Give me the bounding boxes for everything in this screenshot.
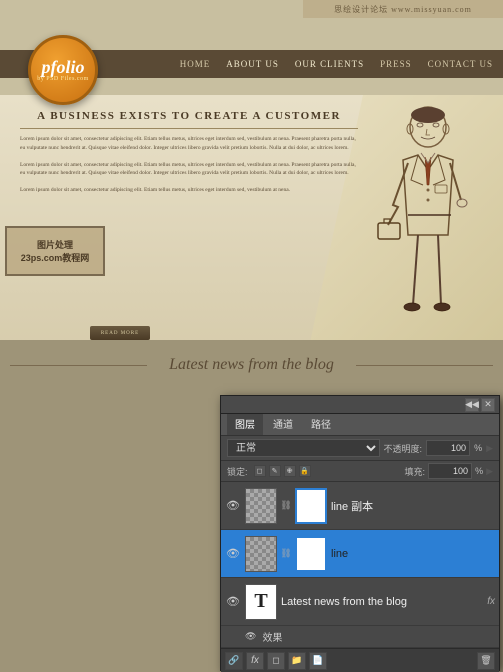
layer-name-line-copy: line 副本: [331, 498, 495, 514]
layer-thumb-white-1: [295, 488, 327, 524]
lock-all-icon[interactable]: 🔒: [299, 465, 311, 477]
lock-icons: ◻ ✎ ✙ 🔒: [254, 465, 311, 477]
lock-transparent-icon[interactable]: ◻: [254, 465, 266, 477]
layer-row-line-copy[interactable]: 👁 ⛓ line 副本: [221, 482, 499, 530]
layer-visibility-line-copy[interactable]: 👁: [225, 498, 241, 514]
paragraph-3: Lorem ipsum dolor sit amet, consectetur …: [20, 186, 358, 195]
fill-label: 填充:: [405, 465, 426, 478]
hero-body: Lorem ipsum dolor sit amet, consectetur …: [20, 135, 358, 203]
nav-press[interactable]: PRESS: [380, 59, 412, 69]
text-layer-icon: T: [245, 584, 277, 620]
effects-eye-icon[interactable]: 👁: [245, 631, 256, 642]
fx-icon: fx: [487, 596, 495, 607]
ps-titlebar: ◀◀ ✕: [221, 396, 499, 414]
nav-about[interactable]: ABOUT US: [226, 59, 279, 69]
nav-clients[interactable]: OUR CLIENTS: [295, 59, 364, 69]
fill-percent: %: [475, 466, 483, 476]
layer-row-text[interactable]: 👁 T Latest news from the blog fx: [221, 578, 499, 626]
layer-name-text: Latest news from the blog: [281, 596, 483, 608]
new-group-btn[interactable]: 📁: [288, 652, 306, 670]
layer-link-icon-1: ⛓: [279, 499, 293, 513]
add-style-btn[interactable]: fx: [246, 652, 264, 670]
paragraph-2: Lorem ipsum dolor sit amet, consectetur …: [20, 161, 358, 179]
fill-input[interactable]: [428, 463, 472, 479]
watermark-line2: 23ps.com教程网: [21, 251, 90, 264]
opacity-percent: %: [474, 443, 482, 453]
tab-paths[interactable]: 路径: [303, 414, 339, 435]
layer-link-icon-2: ⛓: [279, 547, 293, 561]
layer-row-line[interactable]: 👁 ⛓ line: [221, 530, 499, 578]
blend-mode-select[interactable]: 正常: [227, 439, 380, 457]
ps-close-btn[interactable]: ✕: [481, 398, 495, 412]
fill-arrow: ▶: [486, 466, 493, 477]
effects-row: 👁 效果: [221, 626, 499, 648]
blog-section: Latest news from the blog: [0, 340, 503, 390]
lock-brush-icon[interactable]: ✎: [269, 465, 281, 477]
layer-thumb-white-2: [295, 536, 327, 572]
add-mask-btn[interactable]: ◻: [267, 652, 285, 670]
layer-thumbs-line: ⛓: [245, 536, 327, 572]
nav-contact[interactable]: CONTACT US: [428, 59, 493, 69]
layer-thumb-checker-1: [245, 488, 277, 524]
logo-text: pfolio: [42, 58, 85, 76]
layer-visibility-line[interactable]: 👁: [225, 546, 241, 562]
ps-collapse-btn[interactable]: ◀◀: [465, 398, 479, 412]
logo: pfolio by PSD Files.com: [28, 35, 98, 105]
blend-mode-row: 正常 不透明度: % ▶: [221, 436, 499, 461]
layer-visibility-text[interactable]: 👁: [225, 594, 241, 610]
lock-label: 锁定:: [227, 465, 248, 478]
fill-row: 填充: % ▶: [405, 463, 493, 479]
layer-name-line: line: [331, 548, 495, 560]
website-mockup: 思绘设计论坛 www.missyuan.com pfolio by PSD Fi…: [0, 0, 503, 390]
watermark-text: 思绘设计论坛 www.missyuan.com: [334, 4, 472, 15]
man-illustration: [363, 105, 493, 335]
lock-row: 锁定: ◻ ✎ ✙ 🔒 填充: % ▶: [221, 461, 499, 482]
bottom-watermark-badge: 图片处理 23ps.com教程网: [5, 226, 105, 276]
logo-subtext: by PSD Files.com: [37, 76, 89, 82]
layer-thumb-checker-2: [245, 536, 277, 572]
effects-label: 效果: [262, 629, 282, 644]
nav-home[interactable]: HOME: [180, 59, 211, 69]
new-layer-btn[interactable]: 📄: [309, 652, 327, 670]
hero-headline: A BUSINESS EXISTS TO CREATE A CUSTOMER: [20, 110, 358, 129]
delete-layer-btn[interactable]: 🗑: [477, 652, 495, 670]
tab-layers[interactable]: 图层: [227, 414, 263, 435]
watermark-line1: 图片处理: [37, 238, 73, 251]
cta-label: READ MORE: [101, 331, 139, 336]
tab-channels[interactable]: 通道: [265, 414, 301, 435]
blog-divider-right: [356, 365, 493, 366]
opacity-label: 不透明度:: [384, 442, 423, 455]
top-watermark: 思绘设计论坛 www.missyuan.com: [303, 0, 503, 18]
cta-button[interactable]: READ MORE: [90, 326, 150, 340]
blog-divider-left: [10, 365, 147, 366]
paragraph-1: Lorem ipsum dolor sit amet, consectetur …: [20, 135, 358, 153]
link-layers-btn[interactable]: 🔗: [225, 652, 243, 670]
photoshop-panel: ◀◀ ✕ 图层 通道 路径 正常 不透明度: % ▶ 锁定: ◻ ✎ ✙ 🔒 填…: [220, 395, 500, 671]
layer-thumbs-line-copy: ⛓: [245, 488, 327, 524]
opacity-arrow: ▶: [486, 443, 493, 454]
ps-tabs: 图层 通道 路径: [221, 414, 499, 436]
blog-title: Latest news from the blog: [169, 356, 334, 374]
ps-bottom-bar: 🔗 fx ◻ 📁 📄 🗑: [221, 648, 499, 672]
opacity-input[interactable]: [426, 440, 470, 456]
layers-list: 👁 ⛓ line 副本 👁 ⛓ line 👁 T Latest news fro…: [221, 482, 499, 648]
lock-move-icon[interactable]: ✙: [284, 465, 296, 477]
